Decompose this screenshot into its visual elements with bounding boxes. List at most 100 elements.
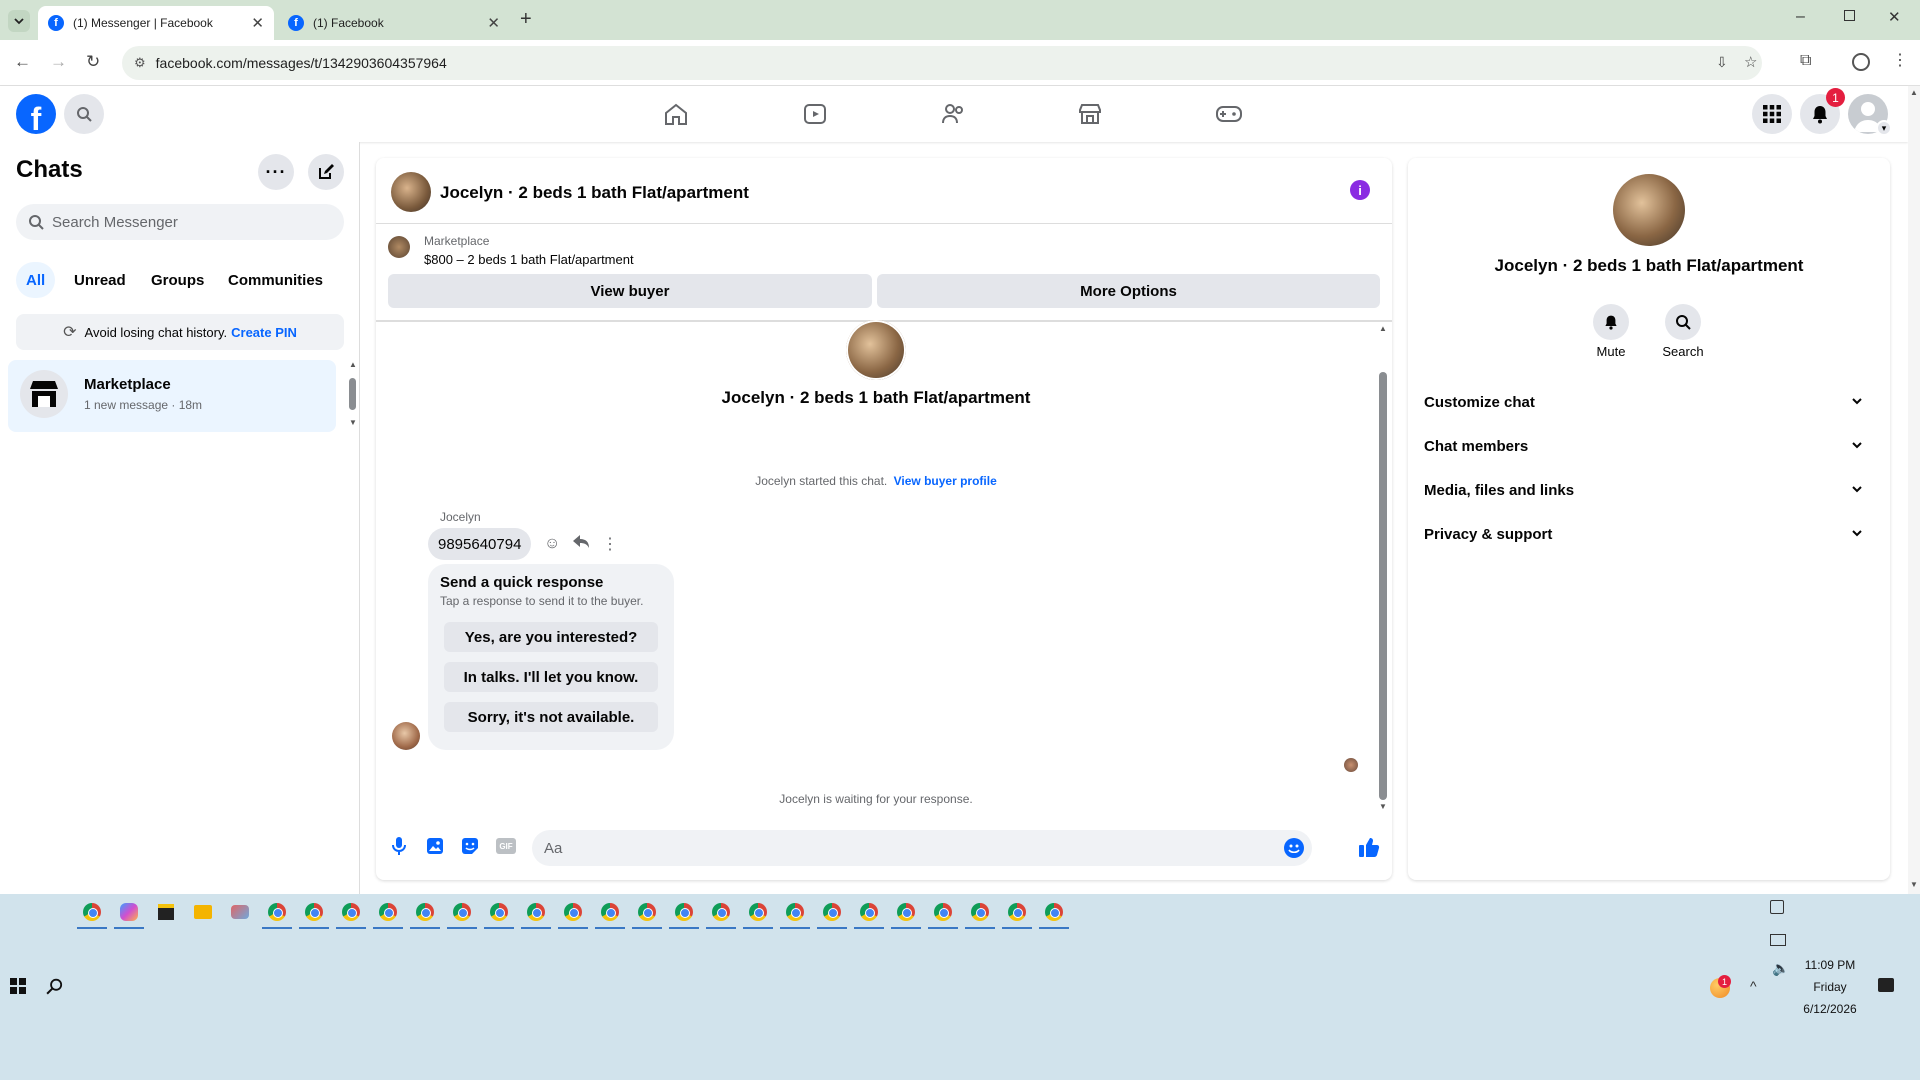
emoji-icon[interactable] [1284, 838, 1304, 858]
site-info-icon[interactable]: ⚙ [134, 55, 146, 71]
new-message-button[interactable] [308, 154, 344, 190]
taskbar-chrome-app[interactable] [854, 900, 884, 929]
tab-facebook[interactable]: f (1) Facebook ✕ [278, 6, 510, 40]
tab-messenger[interactable]: f (1) Messenger | Facebook ✕ [38, 6, 274, 40]
section-privacy-support[interactable]: Privacy & support [1424, 514, 1874, 554]
view-buyer-profile-link[interactable]: View buyer profile [894, 474, 997, 488]
nav-marketplace[interactable] [1077, 102, 1103, 126]
taskbar-chrome-app[interactable] [336, 900, 366, 929]
taskbar-chrome-app[interactable] [1002, 900, 1032, 929]
more-options-button[interactable]: More Options [877, 274, 1380, 308]
taskbar-chrome-app[interactable] [262, 900, 292, 929]
mute-button[interactable] [1593, 304, 1629, 340]
browser-menu-icon[interactable]: ⋮ [1892, 50, 1908, 70]
taskbar-chrome-app[interactable] [1039, 900, 1069, 929]
filter-unread[interactable]: Unread [64, 262, 136, 298]
sender-avatar[interactable] [392, 722, 420, 750]
facebook-logo[interactable]: f [16, 94, 56, 134]
section-customize-chat[interactable]: Customize chat [1424, 382, 1874, 422]
sticker-button[interactable] [460, 836, 480, 856]
minimize-window-button[interactable]: – [1796, 8, 1805, 26]
search-messenger-input[interactable]: Search Messenger [16, 204, 344, 240]
nav-friends[interactable] [940, 102, 966, 126]
taskbar-chrome-app[interactable] [669, 900, 699, 929]
taskbar-snip-app[interactable] [228, 900, 252, 924]
nav-home[interactable] [663, 102, 689, 126]
nav-video[interactable] [802, 102, 828, 126]
view-buyer-button[interactable]: View buyer [388, 274, 872, 308]
bookmark-star-icon[interactable]: ☆ [1744, 53, 1757, 71]
tray-display-icon[interactable] [1770, 934, 1786, 946]
taskbar-chrome-app[interactable] [447, 900, 477, 929]
clock-day[interactable]: Friday [1800, 980, 1860, 994]
message-more-icon[interactable]: ⋮ [602, 534, 618, 554]
chat-item-marketplace[interactable]: Marketplace 1 new message · 18m [8, 360, 336, 432]
filter-groups[interactable]: Groups [141, 262, 214, 298]
taskbar-sticky-app[interactable] [154, 900, 178, 924]
taskbar-chrome-app[interactable] [928, 900, 958, 929]
chat-options-button[interactable]: ··· [258, 154, 294, 190]
taskbar-chrome-app[interactable] [77, 900, 107, 929]
details-avatar[interactable] [1613, 174, 1685, 246]
taskbar-chrome-app[interactable] [706, 900, 736, 929]
listing-avatar[interactable] [391, 172, 431, 212]
taskbar-chrome-app[interactable] [817, 900, 847, 929]
buyer-profile-photo[interactable] [846, 320, 906, 380]
start-button[interactable] [10, 978, 26, 994]
reply-icon[interactable] [572, 534, 590, 550]
restore-window-button[interactable] [1844, 10, 1855, 21]
taskbar-chrome-app[interactable] [484, 900, 514, 929]
send-like-button[interactable] [1358, 836, 1380, 858]
taskbar-chrome-app[interactable] [299, 900, 329, 929]
listing-summary[interactable]: $800 – 2 beds 1 bath Flat/apartment [424, 252, 634, 267]
nav-gaming[interactable] [1215, 102, 1243, 126]
taskbar-copilot-app[interactable] [114, 900, 144, 929]
attach-photo-button[interactable] [425, 836, 445, 856]
gif-icon[interactable]: GIF [496, 838, 516, 854]
quick-response-yes-button[interactable]: Yes, are you interested? [444, 622, 658, 652]
taskbar-folder-app[interactable] [191, 900, 215, 924]
new-tab-button[interactable]: + [520, 8, 532, 31]
conversation-scrollbar[interactable]: ▲ ▼ [1378, 324, 1388, 814]
address-bar[interactable]: ⚙ facebook.com/messages/t/13429036043579… [122, 46, 1762, 80]
taskbar-chrome-app[interactable] [743, 900, 773, 929]
info-icon[interactable]: i [1350, 180, 1370, 200]
show-hidden-icons-chevron[interactable]: ^ [1750, 978, 1757, 994]
taskbar-chrome-app[interactable] [558, 900, 588, 929]
filter-all[interactable]: All [16, 262, 56, 298]
taskbar-chrome-app[interactable] [632, 900, 662, 929]
taskbar-chrome-app[interactable] [521, 900, 551, 929]
taskbar-chrome-app[interactable] [780, 900, 810, 929]
section-media-files-links[interactable]: Media, files and links [1424, 470, 1874, 510]
react-smiley-icon[interactable]: ☺ [544, 535, 560, 553]
extensions-icon[interactable]: ⧉ [1800, 52, 1811, 70]
tab-search-button[interactable] [8, 10, 30, 32]
conversation-title[interactable]: Jocelyn · 2 beds 1 bath Flat/apartment [440, 183, 749, 203]
message-bubble[interactable]: 9895640794 [428, 528, 532, 560]
message-input[interactable]: Aa [532, 830, 1312, 866]
search-facebook-button[interactable] [64, 94, 104, 134]
close-tab-icon[interactable]: ✕ [487, 14, 500, 32]
taskbar-chrome-app[interactable] [965, 900, 995, 929]
page-scrollbar[interactable]: ▲ ▼ [1908, 86, 1920, 894]
notification-center-icon[interactable] [1878, 978, 1894, 992]
clock-date[interactable]: 6/12/2026 [1800, 1002, 1860, 1016]
account-chevron-icon[interactable]: ▾ [1876, 120, 1892, 136]
taskbar-chrome-app[interactable] [373, 900, 403, 929]
taskbar-chrome-app[interactable] [891, 900, 921, 929]
taskbar-chrome-app[interactable] [410, 900, 440, 929]
close-tab-icon[interactable]: ✕ [251, 14, 264, 32]
tray-device-icon[interactable] [1770, 900, 1784, 914]
volume-icon[interactable]: 🔈 [1772, 960, 1789, 977]
voice-clip-button[interactable] [390, 836, 408, 856]
close-window-button[interactable]: ✕ [1888, 8, 1901, 26]
menu-button[interactable] [1752, 94, 1792, 134]
install-app-icon[interactable]: ⇩ [1716, 54, 1728, 71]
forward-button[interactable]: → [50, 52, 67, 72]
search-conversation-button[interactable] [1665, 304, 1701, 340]
taskbar-search-button[interactable] [46, 978, 64, 996]
create-pin-link[interactable]: Create PIN [231, 325, 297, 340]
back-button[interactable]: ← [14, 52, 31, 72]
clock-time[interactable]: 11:09 PM [1800, 958, 1860, 972]
quick-response-in-talks-button[interactable]: In talks. I'll let you know. [444, 662, 658, 692]
